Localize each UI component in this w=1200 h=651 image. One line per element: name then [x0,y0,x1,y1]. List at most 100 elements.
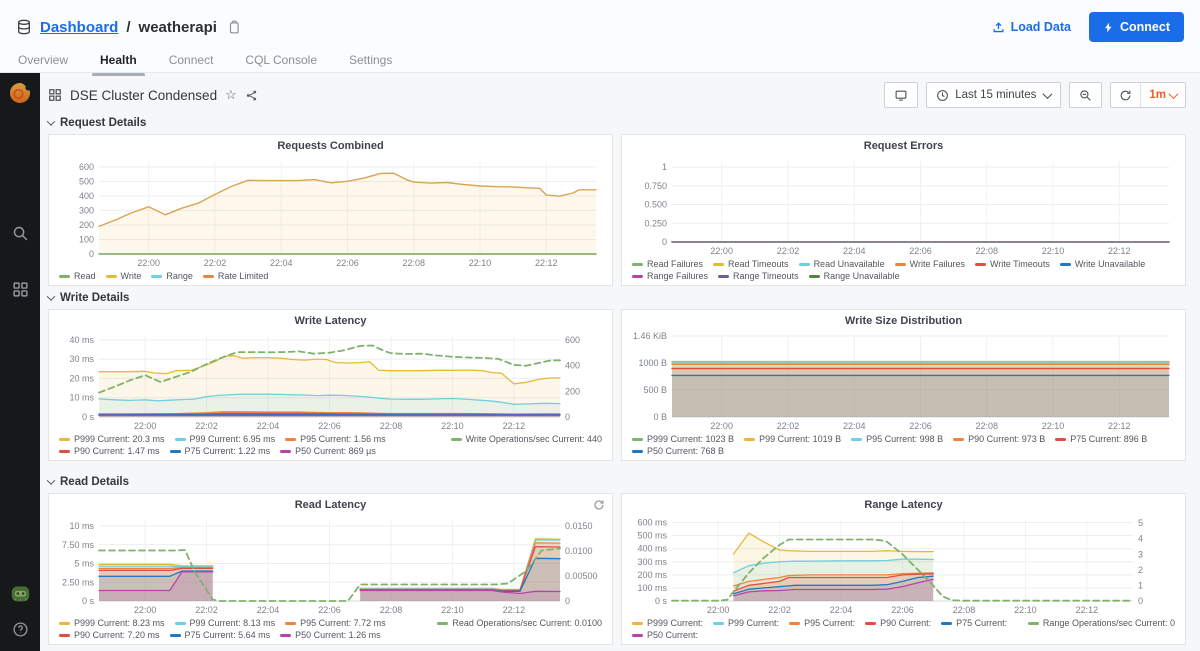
share-icon[interactable] [245,89,258,102]
legend-item[interactable]: Read Timeouts [713,259,789,269]
legend-item[interactable]: Rate Limited [203,271,269,281]
refresh-button[interactable] [1111,83,1140,107]
row-header-read-details[interactable]: Read Details [48,474,1186,490]
legend-item[interactable]: P95 Current: 7.72 ms [285,618,386,628]
svg-text:22:04: 22:04 [830,605,853,615]
legend-item[interactable]: P999 Current: 8.23 ms [59,618,165,628]
chart-area[interactable]: 22:0022:0222:0422:0622:0822:1022:1201002… [57,156,604,269]
legend-item[interactable]: P95 Current: 1.56 ms [285,434,386,444]
legend-item[interactable]: Read Failures [632,259,703,269]
time-range-picker[interactable]: Last 15 minutes [926,82,1061,108]
legend-item[interactable]: P999 Current: [632,618,703,628]
load-data-button[interactable]: Load Data [992,20,1071,34]
zoom-out-button[interactable] [1069,82,1102,108]
legend-item[interactable]: Write Timeouts [975,259,1050,269]
legend-item[interactable]: Read [59,271,96,281]
dashboards-icon[interactable] [8,277,32,301]
panel-title[interactable]: Range Latency [630,499,1177,515]
legend-color-swatch [59,438,70,441]
panel-title[interactable]: Requests Combined [57,140,604,156]
tab-overview[interactable]: Overview [16,47,70,76]
panel-title[interactable]: Write Latency [57,315,604,331]
legend-item[interactable]: Range Operations/sec Current: 0 [1028,618,1175,628]
legend-item[interactable]: P95 Current: [789,618,855,628]
legend-item[interactable]: P99 Current: [713,618,779,628]
legend-label: Write [121,271,142,281]
legend-item[interactable]: Write Failures [895,259,965,269]
legend-label: Read [74,271,96,281]
chart-area[interactable]: 22:0022:0222:0422:0622:0822:1022:120 s10… [57,331,604,432]
legend-item[interactable]: P75 Current: 896 B [1055,434,1147,444]
chart-canvas[interactable]: 22:0022:0222:0422:0622:0822:1022:120 B50… [630,331,1177,432]
legend-item[interactable]: P90 Current: 1.47 ms [59,446,160,456]
legend-label: P90 Current: [880,618,931,628]
legend-color-swatch [285,438,296,441]
help-icon[interactable] [8,617,32,641]
legend-item[interactable]: Range Unavailable [809,271,900,281]
legend-item[interactable]: Range Timeouts [718,271,799,281]
svg-text:1.46 KiB: 1.46 KiB [633,331,667,341]
legend-item[interactable]: P999 Current: 1023 B [632,434,734,444]
svg-text:0.00500: 0.00500 [565,571,598,581]
row-header-write-details[interactable]: Write Details [48,290,1186,306]
legend-item[interactable]: P99 Current: 8.13 ms [175,618,276,628]
chart-canvas[interactable]: 22:0022:0222:0422:0622:0822:1022:120 s10… [630,515,1177,616]
grafana-logo-icon[interactable] [8,81,32,105]
legend-item[interactable]: P90 Current: 973 B [953,434,1045,444]
legend-item[interactable]: P75 Current: 1.22 ms [170,446,271,456]
chart-canvas[interactable]: 22:0022:0222:0422:0622:0822:1022:1200.25… [630,156,1177,257]
svg-text:22:04: 22:04 [257,605,280,615]
legend-color-swatch [865,622,876,625]
chart-canvas[interactable]: 22:0022:0222:0422:0622:0822:1022:120 s10… [57,331,604,432]
legend-item[interactable]: P99 Current: 1019 B [744,434,841,444]
legend-item[interactable]: P50 Current: 768 B [632,446,724,456]
legend-item[interactable]: Read Unavailable [799,259,885,269]
breadcrumb-dashboard-link[interactable]: Dashboard [40,19,118,36]
tab-connect[interactable]: Connect [167,47,216,76]
row-header-request-details[interactable]: Request Details [48,115,1186,131]
tv-mode-button[interactable] [884,82,918,108]
legend-item[interactable]: P50 Current: 1.26 ms [280,630,381,640]
legend-item[interactable]: P75 Current: [941,618,1007,628]
search-icon[interactable] [8,221,32,245]
legend-item[interactable]: Write Unavailable [1060,259,1145,269]
legend-item[interactable]: Read Operations/sec Current: 0.0100 [437,618,602,628]
legend-item[interactable]: P99 Current: 6.95 ms [175,434,276,444]
svg-text:22:02: 22:02 [777,421,800,431]
chart-canvas[interactable]: 22:0022:0222:0422:0622:0822:1022:120 s2.… [57,515,604,616]
panel-title[interactable]: Request Errors [630,140,1177,156]
legend-label: P90 Current: 973 B [968,434,1045,444]
tab-health[interactable]: Health [98,47,139,76]
chart-area[interactable]: 22:0022:0222:0422:0622:0822:1022:1200.25… [630,156,1177,257]
legend-label: P75 Current: 1.22 ms [185,446,271,456]
user-avatar[interactable] [8,581,32,605]
star-icon[interactable]: ☆ [225,87,237,103]
panel-title[interactable]: Read Latency [57,499,604,515]
legend-item[interactable]: P75 Current: 5.64 ms [170,630,271,640]
tab-cql-console[interactable]: CQL Console [243,47,319,76]
legend-item[interactable]: Range Failures [632,271,708,281]
connect-button[interactable]: Connect [1089,12,1184,42]
tab-settings[interactable]: Settings [347,47,394,76]
legend-item[interactable]: Write [106,271,142,281]
legend-color-swatch [941,622,952,625]
legend-item[interactable]: P90 Current: [865,618,931,628]
chart-area[interactable]: 22:0022:0222:0422:0622:0822:1022:120 s2.… [57,515,604,616]
svg-text:22:12: 22:12 [1076,605,1099,615]
legend-item[interactable]: P95 Current: 998 B [851,434,943,444]
legend-item[interactable]: Range [151,271,193,281]
legend-label: Range Failures [647,271,708,281]
refresh-interval-dropdown[interactable]: 1m [1140,83,1185,107]
legend-item[interactable]: P90 Current: 7.20 ms [59,630,160,640]
copy-icon[interactable] [227,19,241,35]
chart-canvas[interactable]: 22:0022:0222:0422:0622:0822:1022:1201002… [57,156,604,269]
dashboard-grid-icon[interactable] [48,88,62,102]
legend-item[interactable]: P999 Current: 20.3 ms [59,434,165,444]
legend-item[interactable]: P50 Current: [632,630,698,640]
legend-item[interactable]: Write Operations/sec Current: 440 [451,434,602,444]
chart-area[interactable]: 22:0022:0222:0422:0622:0822:1022:120 s10… [630,515,1177,616]
legend-item[interactable]: P50 Current: 869 µs [280,446,376,456]
dashboard-title[interactable]: DSE Cluster Condensed [70,88,217,103]
chart-area[interactable]: 22:0022:0222:0422:0622:0822:1022:120 B50… [630,331,1177,432]
panel-title[interactable]: Write Size Distribution [630,315,1177,331]
